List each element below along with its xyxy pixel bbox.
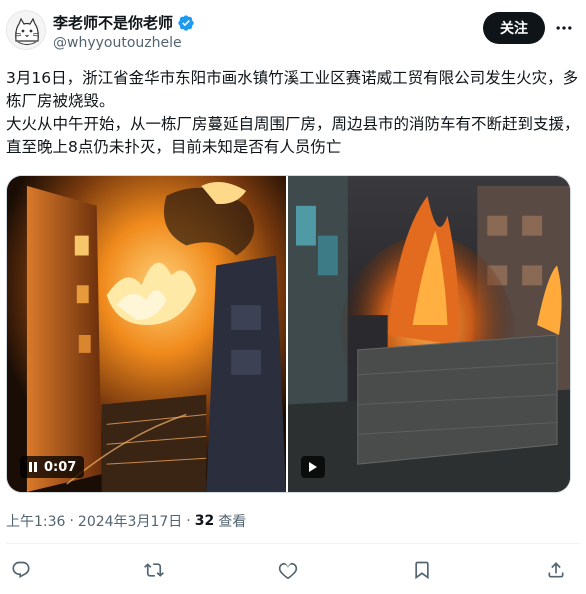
tweet-text: 3月16日，浙江省金华市东阳市画水镇竹溪工业区赛诺威工贸有限公司发生火灾，多栋厂… — [6, 67, 580, 159]
more-horizontal-icon — [556, 26, 572, 30]
tweet-time[interactable]: 上午1:36 — [6, 511, 65, 531]
divider — [6, 543, 580, 544]
bookmark-button[interactable] — [409, 557, 435, 583]
tweet-paragraph-1: 3月16日，浙江省金华市东阳市画水镇竹溪工业区赛诺威工贸有限公司发生火灾，多栋厂… — [6, 69, 579, 110]
tweet-paragraph-2: 大火从中午开始，从一栋厂房蔓延自周围厂房，周边县市的消防车有不断赶到支援，直至晚… — [6, 115, 580, 156]
fire-scene-1 — [7, 176, 286, 492]
tweet-post: 李老师不是你老师 @whyyoutouzhele 关注 3月16日，浙江省金华市… — [0, 0, 586, 594]
follow-button[interactable]: 关注 — [483, 12, 545, 44]
reply-button[interactable] — [8, 557, 34, 583]
share-icon — [548, 562, 564, 578]
action-bar — [0, 555, 586, 585]
fire-scene-2 — [288, 176, 570, 492]
author-handle[interactable]: @whyyoutouzhele — [53, 35, 182, 51]
repost-button[interactable] — [141, 557, 167, 583]
reply-icon — [12, 561, 30, 579]
author-name-row[interactable]: 李老师不是你老师 — [53, 12, 195, 33]
author-avatar[interactable] — [6, 10, 46, 50]
media-grid: 0:07 — [6, 175, 571, 493]
cat-sketch-avatar-icon — [7, 11, 45, 49]
views-count: 32 — [194, 513, 215, 529]
heart-icon — [278, 562, 298, 580]
like-button[interactable] — [275, 557, 301, 583]
verified-badge-icon — [177, 14, 195, 32]
tweet-meta: 上午1:36 · 2024年3月17日 · 32 查看 — [6, 511, 246, 531]
meta-separator: · — [69, 513, 74, 529]
bookmark-icon — [415, 561, 429, 580]
video-1-controls[interactable]: 0:07 — [20, 456, 85, 478]
author-display-name[interactable]: 李老师不是你老师 — [53, 12, 173, 33]
views-label: 查看 — [218, 514, 247, 530]
video-1[interactable]: 0:07 — [7, 176, 286, 492]
tweet-date[interactable]: 2024年3月17日 — [78, 511, 182, 531]
share-button[interactable] — [543, 557, 569, 583]
video-2[interactable] — [288, 176, 570, 492]
video-1-duration: 0:07 — [44, 459, 77, 475]
pause-icon — [29, 462, 37, 472]
meta-separator: · — [186, 513, 191, 529]
repost-icon — [144, 563, 164, 577]
more-options-button[interactable] — [552, 18, 576, 38]
play-icon — [309, 462, 317, 472]
video-2-play-button[interactable] — [301, 456, 325, 478]
